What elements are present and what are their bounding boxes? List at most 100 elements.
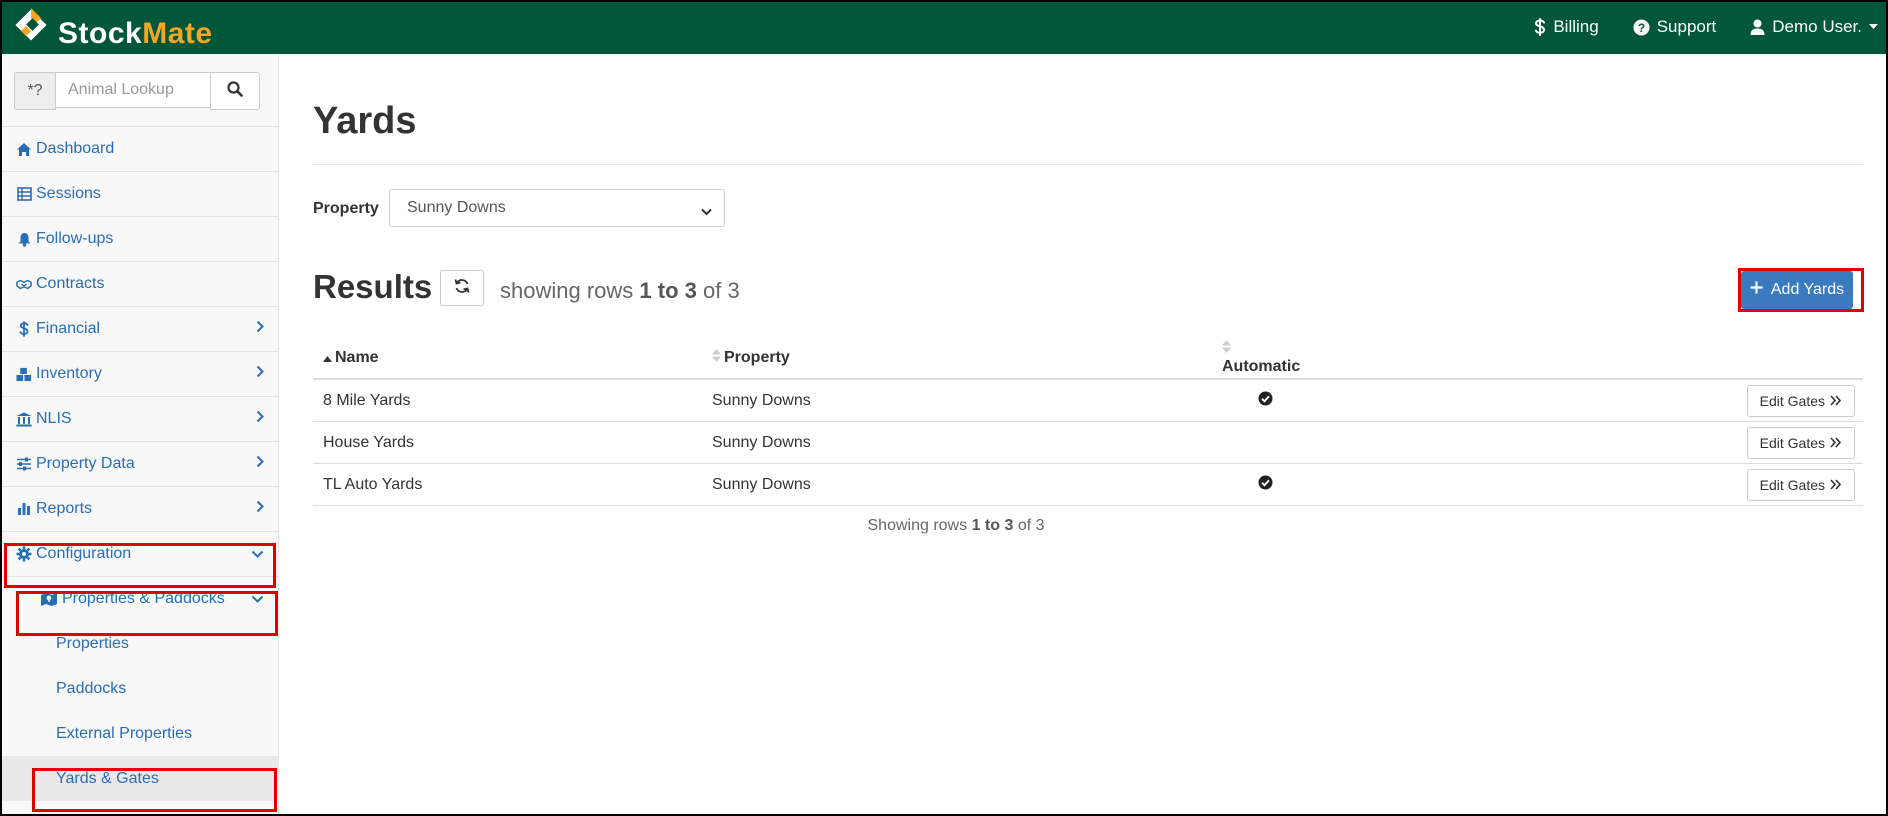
refresh-button[interactable]: [440, 270, 484, 306]
logo-text: StockMate: [58, 17, 213, 50]
user-label: Demo User.: [1772, 17, 1862, 36]
column-header-automatic[interactable]: Automatic: [1222, 338, 1308, 380]
sidebar-item-contracts[interactable]: Contracts: [0, 261, 278, 306]
sidebar-item-external-properties[interactable]: External Properties: [0, 711, 278, 756]
table-row: TL Auto Yards Sunny Downs Edit Gates: [313, 463, 1863, 506]
divider: [313, 164, 1863, 165]
boxes-icon: [16, 366, 32, 382]
page-title: Yards: [313, 100, 417, 142]
sort-icon: [712, 348, 721, 367]
table-row: 8 Mile Yards Sunny Downs Edit Gates: [313, 379, 1863, 422]
cell-actions: Edit Gates: [1308, 379, 1863, 422]
showing-rows-summary: showing rows 1 to 3 of 3: [500, 278, 740, 303]
billing-label: Billing: [1553, 17, 1599, 36]
sidebar-item-label: Reports: [36, 500, 93, 517]
wildcard-toggle[interactable]: *?: [14, 72, 56, 110]
add-yards-label: Add Yards: [1770, 281, 1845, 298]
home-icon: [16, 141, 32, 157]
question-circle-icon: ?: [1633, 19, 1650, 36]
column-header-name[interactable]: Name: [313, 338, 712, 380]
cell-property: Sunny Downs: [712, 421, 1222, 464]
svg-text:?: ?: [1638, 21, 1645, 35]
cell-name: 8 Mile Yards: [313, 379, 712, 422]
billing-link[interactable]: Billing: [1534, 17, 1599, 37]
caret-down-icon: [1869, 24, 1878, 30]
sidebar-item-dashboard[interactable]: Dashboard: [0, 126, 278, 171]
double-chevron-right-icon: [1830, 393, 1842, 409]
sidebar-item-yards-gates[interactable]: Yards & Gates: [0, 756, 278, 801]
stockmate-logo[interactable]: StockMate: [14, 0, 213, 54]
plus-icon: [1750, 281, 1763, 299]
sidebar-item-label: Configuration: [36, 545, 132, 562]
sidebar-item-label: Follow-ups: [36, 230, 114, 247]
sidebar-item-sessions[interactable]: Sessions: [0, 171, 278, 216]
sidebar-item-label: Inventory: [36, 365, 102, 382]
bank-icon: [16, 411, 32, 427]
sidebar-item-properties-paddocks[interactable]: Properties & Paddocks: [0, 576, 278, 621]
dollar-icon: [1534, 18, 1546, 36]
chevron-right-icon: [256, 500, 264, 518]
support-label: Support: [1656, 17, 1717, 36]
cell-automatic: [1222, 421, 1308, 464]
sidebar-item-nlis[interactable]: NLIS: [0, 396, 278, 441]
animal-lookup-input[interactable]: [56, 72, 210, 108]
chevron-right-icon: [256, 320, 264, 338]
edit-gates-button[interactable]: Edit Gates: [1746, 468, 1855, 501]
double-chevron-right-icon: [1830, 477, 1842, 493]
bell-icon: [16, 231, 32, 247]
sidebar-item-property-data[interactable]: Property Data: [0, 441, 278, 486]
cell-automatic: [1222, 379, 1308, 422]
property-select[interactable]: Sunny Downs: [389, 189, 725, 227]
sidebar: *? Dashboard Sessions Follow-ups Contrac…: [0, 54, 279, 816]
cell-name: House Yards: [313, 421, 712, 464]
sidebar-item-inventory[interactable]: Inventory: [0, 351, 278, 396]
search-icon: [227, 80, 243, 102]
cell-property: Sunny Downs: [712, 463, 1222, 506]
cell-name: TL Auto Yards: [313, 463, 712, 506]
sidebar-item-follow-ups[interactable]: Follow-ups: [0, 216, 278, 261]
cell-actions: Edit Gates: [1308, 421, 1863, 464]
cell-actions: Edit Gates: [1308, 463, 1863, 506]
table-row: House Yards Sunny Downs Edit Gates: [313, 421, 1863, 464]
chart-icon: [16, 501, 32, 517]
sidebar-item-reports[interactable]: Reports: [0, 486, 278, 531]
check-circle-icon: [1258, 475, 1273, 494]
sidebar-item-label: Property Data: [36, 455, 135, 472]
handshake-icon: [16, 276, 32, 292]
property-select-value: Sunny Downs: [407, 199, 506, 216]
user-menu[interactable]: Demo User.: [1750, 17, 1878, 37]
edit-gates-button[interactable]: Edit Gates: [1746, 426, 1855, 459]
table-icon: [16, 186, 32, 202]
sidebar-menu: Dashboard Sessions Follow-ups Contracts …: [0, 126, 278, 801]
logo-mark-icon: [14, 2, 54, 52]
results-title: Results: [313, 268, 433, 305]
user-icon: [1750, 19, 1765, 35]
table-header-row: Name Property Automatic: [313, 338, 1863, 380]
search-button[interactable]: [210, 72, 260, 110]
top-navbar: StockMate Billing ? Support Demo User.: [0, 0, 1888, 54]
yards-table: Name Property Automatic 8 Mile Yards Sun…: [313, 338, 1863, 506]
map-icon: [40, 591, 58, 607]
sliders-icon: [16, 456, 32, 472]
cell-property: Sunny Downs: [712, 379, 1222, 422]
chevron-right-icon: [256, 365, 264, 383]
footer-rows-summary: Showing rows 1 to 3 of 3: [867, 517, 1045, 534]
gear-icon: [16, 546, 32, 562]
cell-automatic: [1222, 463, 1308, 506]
sidebar-item-properties[interactable]: Properties: [0, 621, 278, 666]
column-header-property[interactable]: Property: [712, 338, 1222, 380]
chevron-right-icon: [256, 410, 264, 428]
support-link[interactable]: ? Support: [1633, 17, 1717, 37]
sidebar-item-financial[interactable]: Financial: [0, 306, 278, 351]
add-yards-button[interactable]: Add Yards: [1741, 271, 1853, 309]
edit-gates-button[interactable]: Edit Gates: [1746, 384, 1855, 417]
sidebar-item-paddocks[interactable]: Paddocks: [0, 666, 278, 711]
sidebar-item-label: NLIS: [36, 410, 72, 427]
sidebar-item-configuration[interactable]: Configuration: [0, 531, 278, 576]
sort-asc-icon: [323, 349, 332, 367]
check-circle-icon: [1258, 391, 1273, 410]
sidebar-item-label: Contracts: [36, 275, 105, 292]
sidebar-item-label: Sessions: [36, 185, 101, 202]
chevron-down-icon: [251, 545, 264, 563]
animal-lookup: *?: [14, 72, 260, 110]
